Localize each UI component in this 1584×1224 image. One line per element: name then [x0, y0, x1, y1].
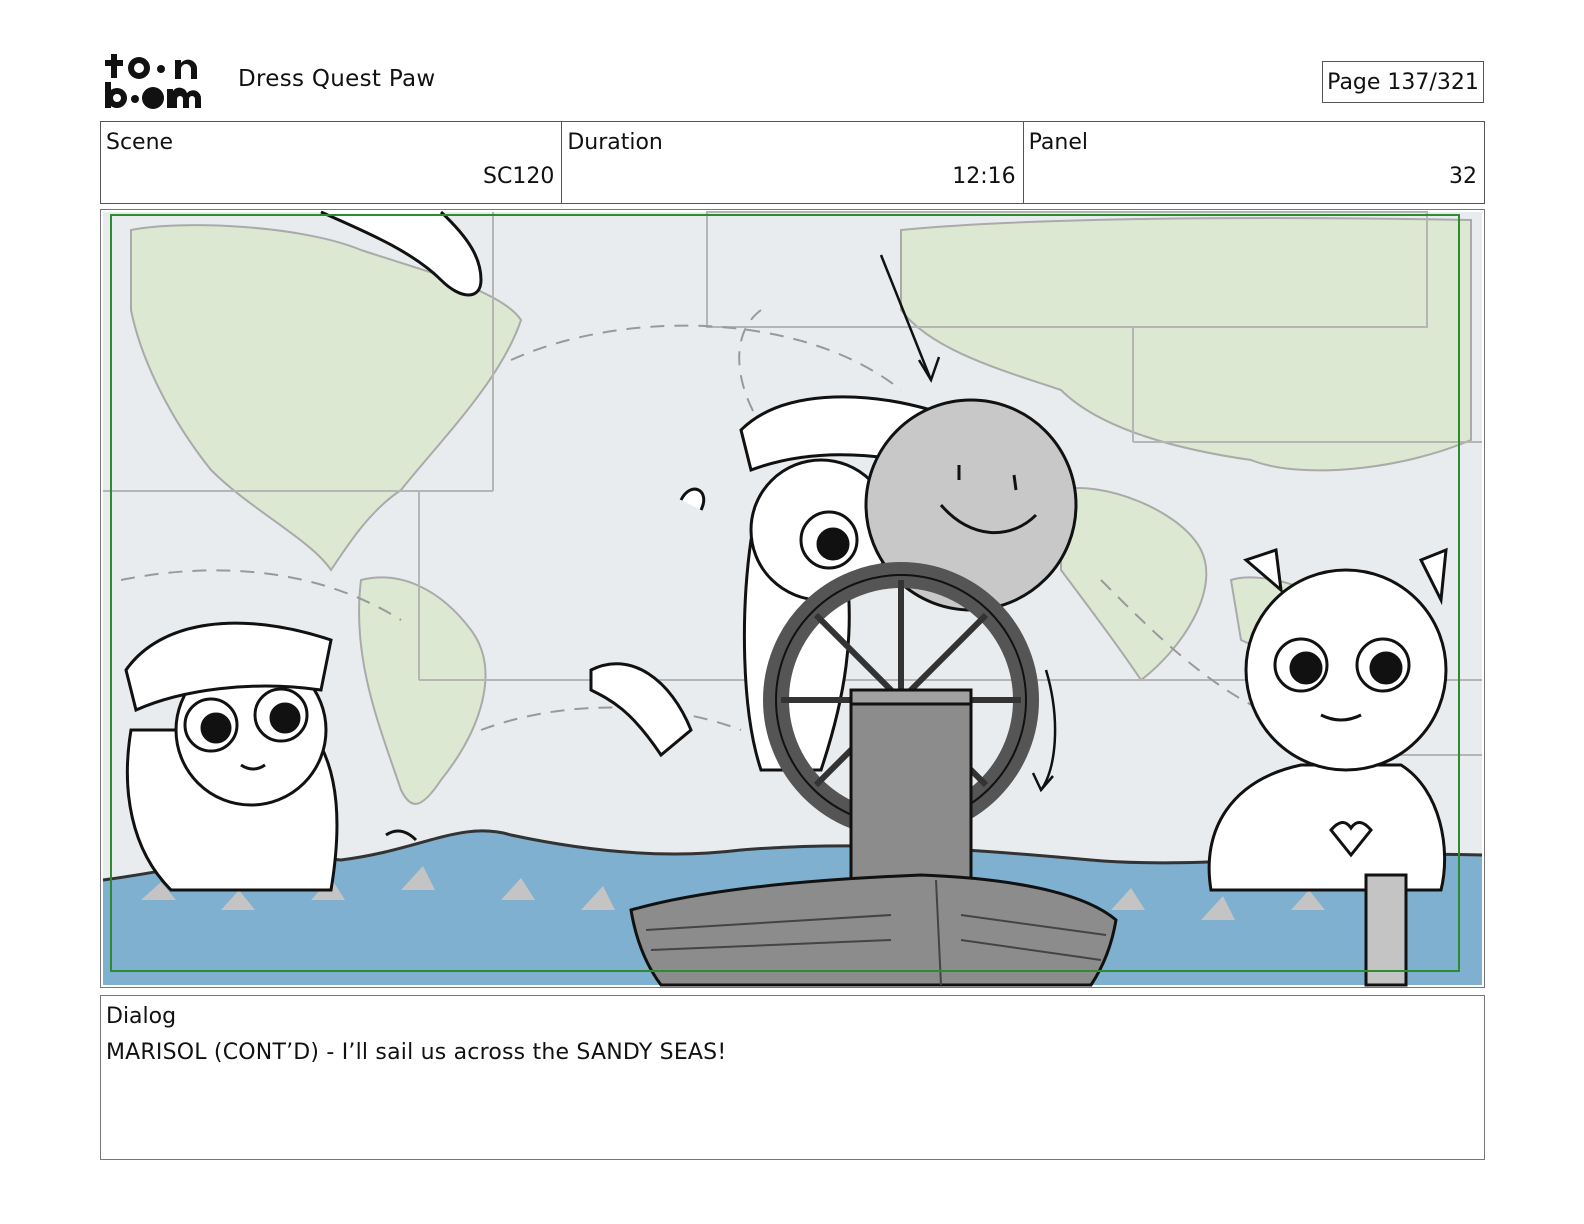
duration-label: Duration	[567, 130, 663, 155]
dialog-text: MARISOL (CONT’D) - I’ll sail us across t…	[106, 1040, 727, 1065]
project-title: Dress Quest Paw	[238, 66, 436, 92]
panel-cell: Panel 32	[1024, 122, 1484, 203]
toon-boom-logo	[103, 52, 215, 110]
dialog-label: Dialog	[106, 1004, 177, 1029]
duration-cell: Duration 12:16	[562, 122, 1024, 203]
panel-value: 32	[1448, 164, 1477, 189]
scene-label: Scene	[106, 130, 174, 155]
page-indicator: Page 137/321	[1322, 61, 1484, 103]
dialog-box: Dialog MARISOL (CONT’D) - I’ll sail us a…	[100, 995, 1485, 1160]
duration-value: 12:16	[952, 164, 1016, 189]
storyboard-panel	[100, 209, 1485, 988]
scene-value: SC120	[483, 164, 555, 189]
panel-illustration	[102, 210, 1483, 987]
scene-cell: Scene SC120	[101, 122, 563, 203]
info-table: Scene SC120 Duration 12:16 Panel 32	[100, 121, 1485, 204]
panel-label: Panel	[1028, 130, 1089, 155]
